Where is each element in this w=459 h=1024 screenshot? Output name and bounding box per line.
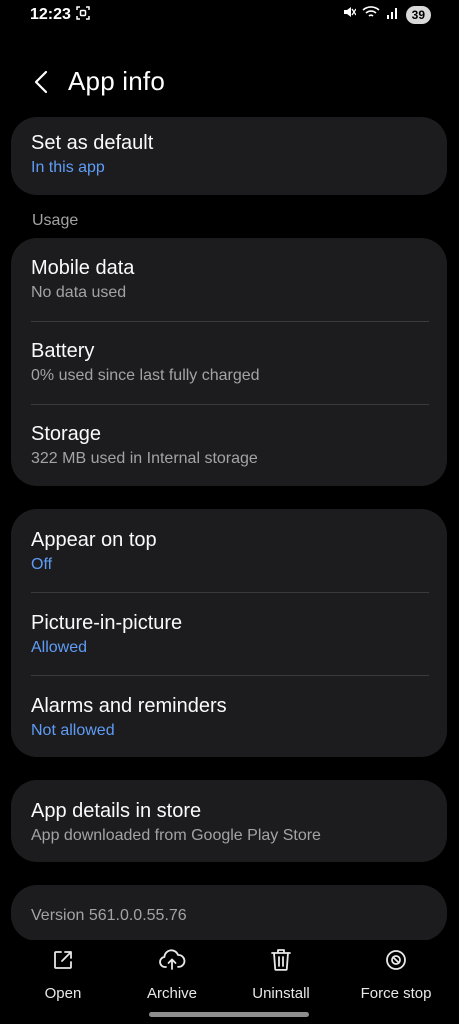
divider	[31, 404, 429, 405]
force-stop-label: Force stop	[360, 985, 432, 1002]
picture-in-picture-value: Allowed	[31, 639, 88, 656]
mute-icon	[342, 5, 357, 24]
open-label: Open	[44, 985, 82, 1002]
appear-on-top-item[interactable]: Appear on top Off	[11, 528, 447, 575]
home-indicator[interactable]	[149, 1012, 309, 1017]
alarms-reminders-item[interactable]: Alarms and reminders Not allowed	[11, 694, 447, 741]
app-details-store-card[interactable]: App details in store App downloaded from…	[11, 780, 447, 862]
alarms-reminders-value: Not allowed	[31, 722, 115, 739]
battery-item[interactable]: Battery 0% used since last fully charged	[11, 339, 447, 386]
alarms-reminders-title: Alarms and reminders	[31, 695, 227, 717]
appear-on-top-value: Off	[31, 556, 53, 573]
app-details-store-title: App details in store	[31, 800, 202, 822]
page-title: App info	[68, 66, 166, 96]
version-item: Version 561.0.0.55.76	[11, 885, 447, 925]
version-text: Version 561.0.0.55.76	[31, 907, 187, 924]
permissions-card: Appear on top Off Picture-in-picture All…	[11, 509, 447, 757]
picture-in-picture-item[interactable]: Picture-in-picture Allowed	[11, 611, 447, 658]
storage-title: Storage	[31, 423, 102, 445]
set-as-default-item[interactable]: Set as default In this app	[11, 117, 447, 178]
back-button[interactable]	[28, 68, 54, 96]
set-as-default-title: Set as default	[31, 132, 154, 154]
uninstall-label: Uninstall	[252, 985, 310, 1002]
app-details-store-subtitle: App downloaded from Google Play Store	[31, 827, 321, 844]
cloud-upload-icon	[158, 948, 186, 972]
uninstall-button[interactable]: Uninstall	[226, 940, 336, 1002]
battery-subtitle: 0% used since last fully charged	[31, 367, 260, 384]
appear-on-top-title: Appear on top	[31, 529, 157, 551]
picture-in-picture-title: Picture-in-picture	[31, 612, 183, 634]
force-stop-button[interactable]: Force stop	[341, 940, 451, 1002]
set-as-default-card[interactable]: Set as default In this app	[11, 117, 447, 195]
mobile-data-item[interactable]: Mobile data No data used	[11, 256, 447, 303]
trash-icon	[270, 948, 292, 972]
version-card: Version 561.0.0.55.76	[11, 885, 447, 941]
battery-indicator: 39	[405, 5, 431, 24]
battery-title: Battery	[31, 340, 95, 362]
mobile-data-subtitle: No data used	[31, 284, 127, 301]
bottom-action-bar: Open Archive Uninstall Force stop	[0, 940, 459, 1010]
storage-subtitle: 322 MB used in Internal storage	[31, 450, 258, 467]
stop-circle-icon	[384, 948, 408, 972]
app-bar: App info	[0, 56, 459, 108]
usage-section-label: Usage	[32, 212, 79, 229]
status-time: 12:23	[30, 6, 71, 23]
status-bar: 12:23 39	[0, 0, 459, 30]
archive-label: Archive	[146, 985, 198, 1002]
set-as-default-value: In this app	[31, 159, 105, 176]
storage-item[interactable]: Storage 322 MB used in Internal storage	[11, 422, 447, 469]
open-button[interactable]: Open	[8, 940, 118, 1002]
status-indicators: 39	[342, 5, 431, 24]
divider	[31, 592, 429, 593]
archive-button[interactable]: Archive	[117, 940, 227, 1002]
divider	[31, 321, 429, 322]
signal-icon	[386, 5, 400, 24]
wifi-icon	[362, 5, 380, 24]
chevron-left-icon	[34, 70, 48, 94]
usage-card: Mobile data No data used Battery 0% used…	[11, 238, 447, 486]
mobile-data-title: Mobile data	[31, 257, 135, 279]
screenshot-icon	[76, 6, 90, 20]
divider	[31, 675, 429, 676]
app-details-store-item[interactable]: App details in store App downloaded from…	[11, 780, 447, 846]
open-external-icon	[51, 948, 75, 972]
